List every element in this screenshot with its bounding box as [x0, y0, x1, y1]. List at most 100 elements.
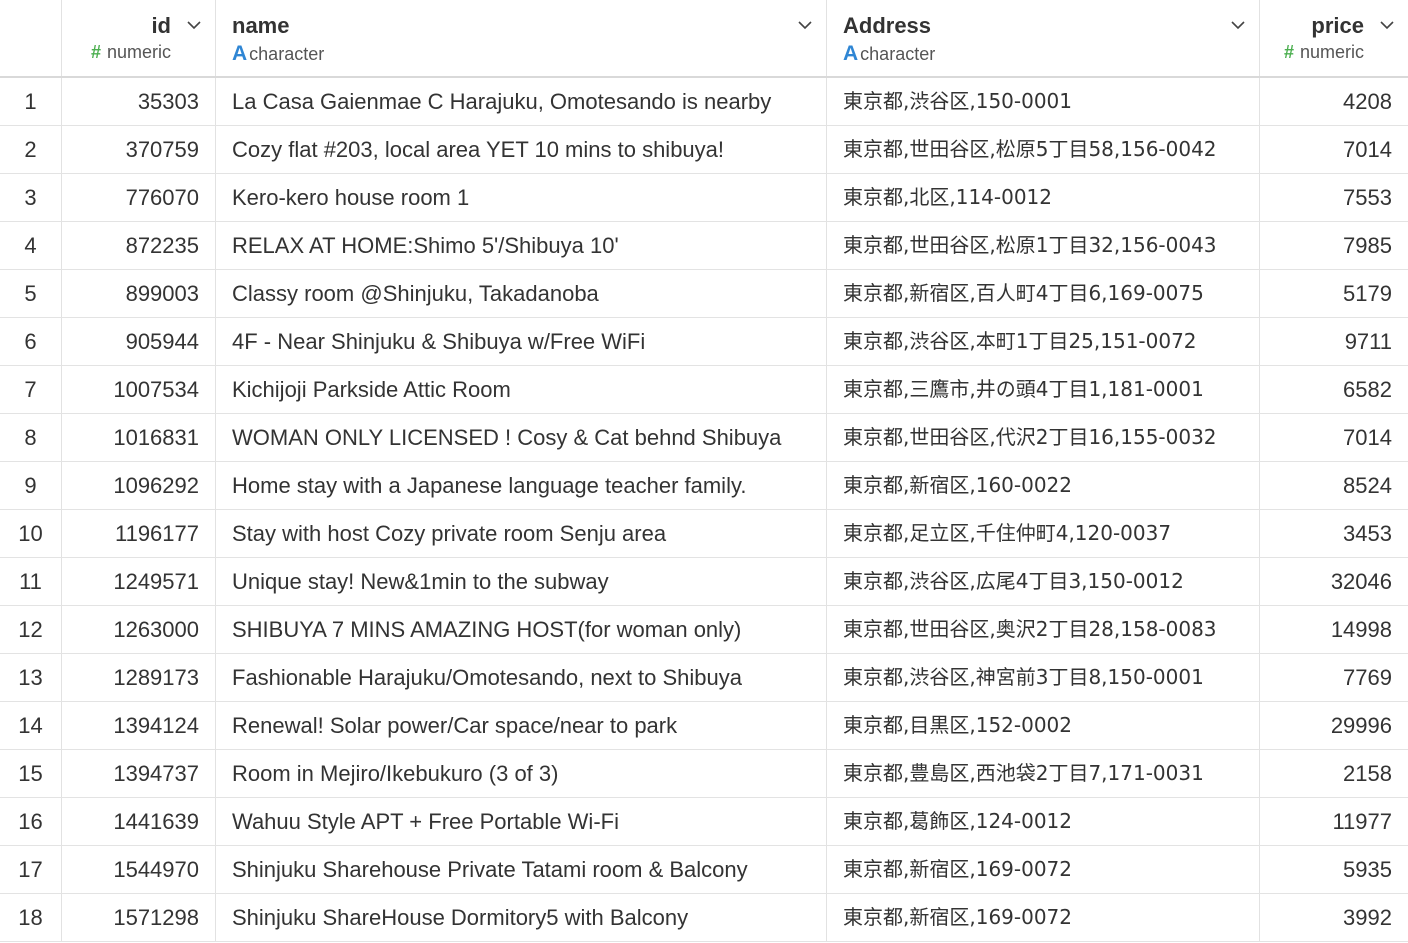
- address-cell[interactable]: 東京都,渋谷区,本町1丁目25,151-0072: [827, 318, 1260, 365]
- price-cell[interactable]: 4208: [1260, 78, 1408, 125]
- table-row[interactable]: 2 370759 Cozy flat #203, local area YET 10…: [0, 126, 1408, 174]
- price-cell[interactable]: 29996: [1260, 702, 1408, 749]
- column-header-id[interactable]: id # numeric: [62, 0, 216, 76]
- name-cell[interactable]: Kichijoji Parkside Attic Room: [216, 366, 827, 413]
- price-cell[interactable]: 7985: [1260, 222, 1408, 269]
- row-number-cell[interactable]: 6: [0, 318, 62, 365]
- price-cell[interactable]: 32046: [1260, 558, 1408, 605]
- price-cell[interactable]: 5935: [1260, 846, 1408, 893]
- name-cell[interactable]: Cozy flat #203, local area YET 10 mins t…: [216, 126, 827, 173]
- id-cell[interactable]: 899003: [62, 270, 216, 317]
- table-row[interactable]: 6 905944 4F - Near Shinjuku & Shibuya w/Fr…: [0, 318, 1408, 366]
- chevron-down-icon[interactable]: [1380, 18, 1394, 32]
- id-cell[interactable]: 35303: [62, 78, 216, 125]
- table-row[interactable]: 13 1289173 Fashionable Harajuku/Omotesando…: [0, 654, 1408, 702]
- name-cell[interactable]: Renewal! Solar power/Car space/near to p…: [216, 702, 827, 749]
- row-number-cell[interactable]: 18: [0, 894, 62, 941]
- name-cell[interactable]: Stay with host Cozy private room Senju a…: [216, 510, 827, 557]
- address-cell[interactable]: 東京都,新宿区,百人町4丁目6,169-0075: [827, 270, 1260, 317]
- row-number-cell[interactable]: 7: [0, 366, 62, 413]
- id-cell[interactable]: 1394124: [62, 702, 216, 749]
- row-number-cell[interactable]: 16: [0, 798, 62, 845]
- chevron-down-icon[interactable]: [798, 18, 812, 32]
- id-cell[interactable]: 1289173: [62, 654, 216, 701]
- row-number-cell[interactable]: 5: [0, 270, 62, 317]
- price-cell[interactable]: 2158: [1260, 750, 1408, 797]
- address-cell[interactable]: 東京都,世田谷区,奥沢2丁目28,158-0083: [827, 606, 1260, 653]
- address-cell[interactable]: 東京都,新宿区,169-0072: [827, 894, 1260, 941]
- name-cell[interactable]: Room in Mejiro/Ikebukuro (3 of 3): [216, 750, 827, 797]
- row-number-cell[interactable]: 8: [0, 414, 62, 461]
- name-cell[interactable]: RELAX AT HOME:Shimo 5'/Shibuya 10': [216, 222, 827, 269]
- row-number-cell[interactable]: 2: [0, 126, 62, 173]
- address-cell[interactable]: 東京都,新宿区,160-0022: [827, 462, 1260, 509]
- address-cell[interactable]: 東京都,北区,114-0012: [827, 174, 1260, 221]
- chevron-down-icon[interactable]: [187, 18, 201, 32]
- id-cell[interactable]: 776070: [62, 174, 216, 221]
- table-row[interactable]: 16 1441639 Wahuu Style APT + Free Portable…: [0, 798, 1408, 846]
- id-cell[interactable]: 1016831: [62, 414, 216, 461]
- table-row[interactable]: 18 1571298 Shinjuku ShareHouse Dormitory5 …: [0, 894, 1408, 942]
- price-cell[interactable]: 8524: [1260, 462, 1408, 509]
- table-row[interactable]: 1 35303 La Casa Gaienmae C Harajuku, Omote…: [0, 78, 1408, 126]
- row-number-cell[interactable]: 11: [0, 558, 62, 605]
- table-row[interactable]: 14 1394124 Renewal! Solar power/Car space/…: [0, 702, 1408, 750]
- name-cell[interactable]: Unique stay! New&1min to the subway: [216, 558, 827, 605]
- table-row[interactable]: 5 899003 Classy room @Shinjuku, Takadanoba…: [0, 270, 1408, 318]
- address-cell[interactable]: 東京都,世田谷区,代沢2丁目16,155-0032: [827, 414, 1260, 461]
- name-cell[interactable]: Home stay with a Japanese language teach…: [216, 462, 827, 509]
- table-row[interactable]: 10 1196177 Stay with host Cozy private roo…: [0, 510, 1408, 558]
- id-cell[interactable]: 905944: [62, 318, 216, 365]
- column-header-name[interactable]: name A character: [216, 0, 827, 76]
- address-cell[interactable]: 東京都,豊島区,西池袋2丁目7,171-0031: [827, 750, 1260, 797]
- id-cell[interactable]: 1394737: [62, 750, 216, 797]
- table-row[interactable]: 11 1249571 Unique stay! New&1min to the su…: [0, 558, 1408, 606]
- row-number-cell[interactable]: 13: [0, 654, 62, 701]
- name-cell[interactable]: WOMAN ONLY LICENSED ! Cosy & Cat behnd S…: [216, 414, 827, 461]
- column-header-address[interactable]: Address A character: [827, 0, 1260, 76]
- column-header-price[interactable]: price # numeric: [1260, 0, 1408, 76]
- address-cell[interactable]: 東京都,世田谷区,松原1丁目32,156-0043: [827, 222, 1260, 269]
- price-cell[interactable]: 3453: [1260, 510, 1408, 557]
- price-cell[interactable]: 7553: [1260, 174, 1408, 221]
- row-number-cell[interactable]: 4: [0, 222, 62, 269]
- table-row[interactable]: 7 1007534 Kichijoji Parkside Attic Room 東京都…: [0, 366, 1408, 414]
- row-number-cell[interactable]: 14: [0, 702, 62, 749]
- row-number-cell[interactable]: 17: [0, 846, 62, 893]
- table-row[interactable]: 15 1394737 Room in Mejiro/Ikebukuro (3 of …: [0, 750, 1408, 798]
- name-cell[interactable]: Wahuu Style APT + Free Portable Wi-Fi: [216, 798, 827, 845]
- address-cell[interactable]: 東京都,世田谷区,松原5丁目58,156-0042: [827, 126, 1260, 173]
- address-cell[interactable]: 東京都,渋谷区,神宮前3丁目8,150-0001: [827, 654, 1260, 701]
- address-cell[interactable]: 東京都,渋谷区,広尾4丁目3,150-0012: [827, 558, 1260, 605]
- address-cell[interactable]: 東京都,三鷹市,井の頭4丁目1,181-0001: [827, 366, 1260, 413]
- address-cell[interactable]: 東京都,目黒区,152-0002: [827, 702, 1260, 749]
- name-cell[interactable]: Shinjuku ShareHouse Dormitory5 with Balc…: [216, 894, 827, 941]
- name-cell[interactable]: La Casa Gaienmae C Harajuku, Omotesando …: [216, 78, 827, 125]
- table-row[interactable]: 8 1016831 WOMAN ONLY LICENSED ! Cosy & Cat…: [0, 414, 1408, 462]
- price-cell[interactable]: 11977: [1260, 798, 1408, 845]
- row-number-cell[interactable]: 3: [0, 174, 62, 221]
- address-cell[interactable]: 東京都,足立区,千住仲町4,120-0037: [827, 510, 1260, 557]
- price-cell[interactable]: 9711: [1260, 318, 1408, 365]
- name-cell[interactable]: 4F - Near Shinjuku & Shibuya w/Free WiFi: [216, 318, 827, 365]
- name-cell[interactable]: Fashionable Harajuku/Omotesando, next to…: [216, 654, 827, 701]
- table-row[interactable]: 4 872235 RELAX AT HOME:Shimo 5'/Shibuya 10…: [0, 222, 1408, 270]
- id-cell[interactable]: 1571298: [62, 894, 216, 941]
- id-cell[interactable]: 1249571: [62, 558, 216, 605]
- name-cell[interactable]: SHIBUYA 7 MINS AMAZING HOST(for woman on…: [216, 606, 827, 653]
- id-cell[interactable]: 1096292: [62, 462, 216, 509]
- table-row[interactable]: 12 1263000 SHIBUYA 7 MINS AMAZING HOST(for…: [0, 606, 1408, 654]
- row-number-cell[interactable]: 1: [0, 78, 62, 125]
- price-cell[interactable]: 5179: [1260, 270, 1408, 317]
- id-cell[interactable]: 872235: [62, 222, 216, 269]
- id-cell[interactable]: 1196177: [62, 510, 216, 557]
- price-cell[interactable]: 7014: [1260, 414, 1408, 461]
- name-cell[interactable]: Shinjuku Sharehouse Private Tatami room …: [216, 846, 827, 893]
- row-number-cell[interactable]: 10: [0, 510, 62, 557]
- name-cell[interactable]: Classy room @Shinjuku, Takadanoba: [216, 270, 827, 317]
- price-cell[interactable]: 7014: [1260, 126, 1408, 173]
- price-cell[interactable]: 3992: [1260, 894, 1408, 941]
- id-cell[interactable]: 1544970: [62, 846, 216, 893]
- chevron-down-icon[interactable]: [1231, 18, 1245, 32]
- table-row[interactable]: 9 1096292 Home stay with a Japanese langua…: [0, 462, 1408, 510]
